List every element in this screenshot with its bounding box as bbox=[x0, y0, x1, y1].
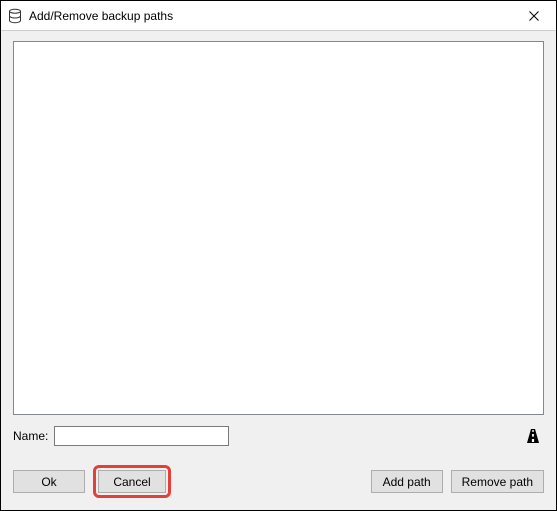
window-title: Add/Remove backup paths bbox=[29, 9, 511, 23]
browse-button[interactable] bbox=[522, 425, 544, 447]
close-button[interactable] bbox=[511, 1, 556, 30]
dialog-window: Add/Remove backup paths Name: Ok bbox=[0, 0, 557, 511]
name-input[interactable] bbox=[54, 426, 229, 446]
name-label: Name: bbox=[13, 429, 48, 443]
name-row: Name: bbox=[13, 425, 544, 447]
paths-listbox[interactable] bbox=[13, 41, 544, 415]
client-area: Name: Ok Cancel Add path Remove path bbox=[1, 31, 556, 510]
cancel-button[interactable]: Cancel bbox=[98, 470, 166, 493]
remove-path-button[interactable]: Remove path bbox=[451, 470, 544, 493]
cancel-highlight: Cancel bbox=[93, 465, 171, 498]
titlebar: Add/Remove backup paths bbox=[1, 1, 556, 31]
database-icon bbox=[7, 8, 23, 24]
road-icon bbox=[525, 428, 541, 444]
ok-button[interactable]: Ok bbox=[13, 470, 85, 493]
button-row: Ok Cancel Add path Remove path bbox=[13, 465, 544, 498]
add-path-button[interactable]: Add path bbox=[371, 470, 443, 493]
